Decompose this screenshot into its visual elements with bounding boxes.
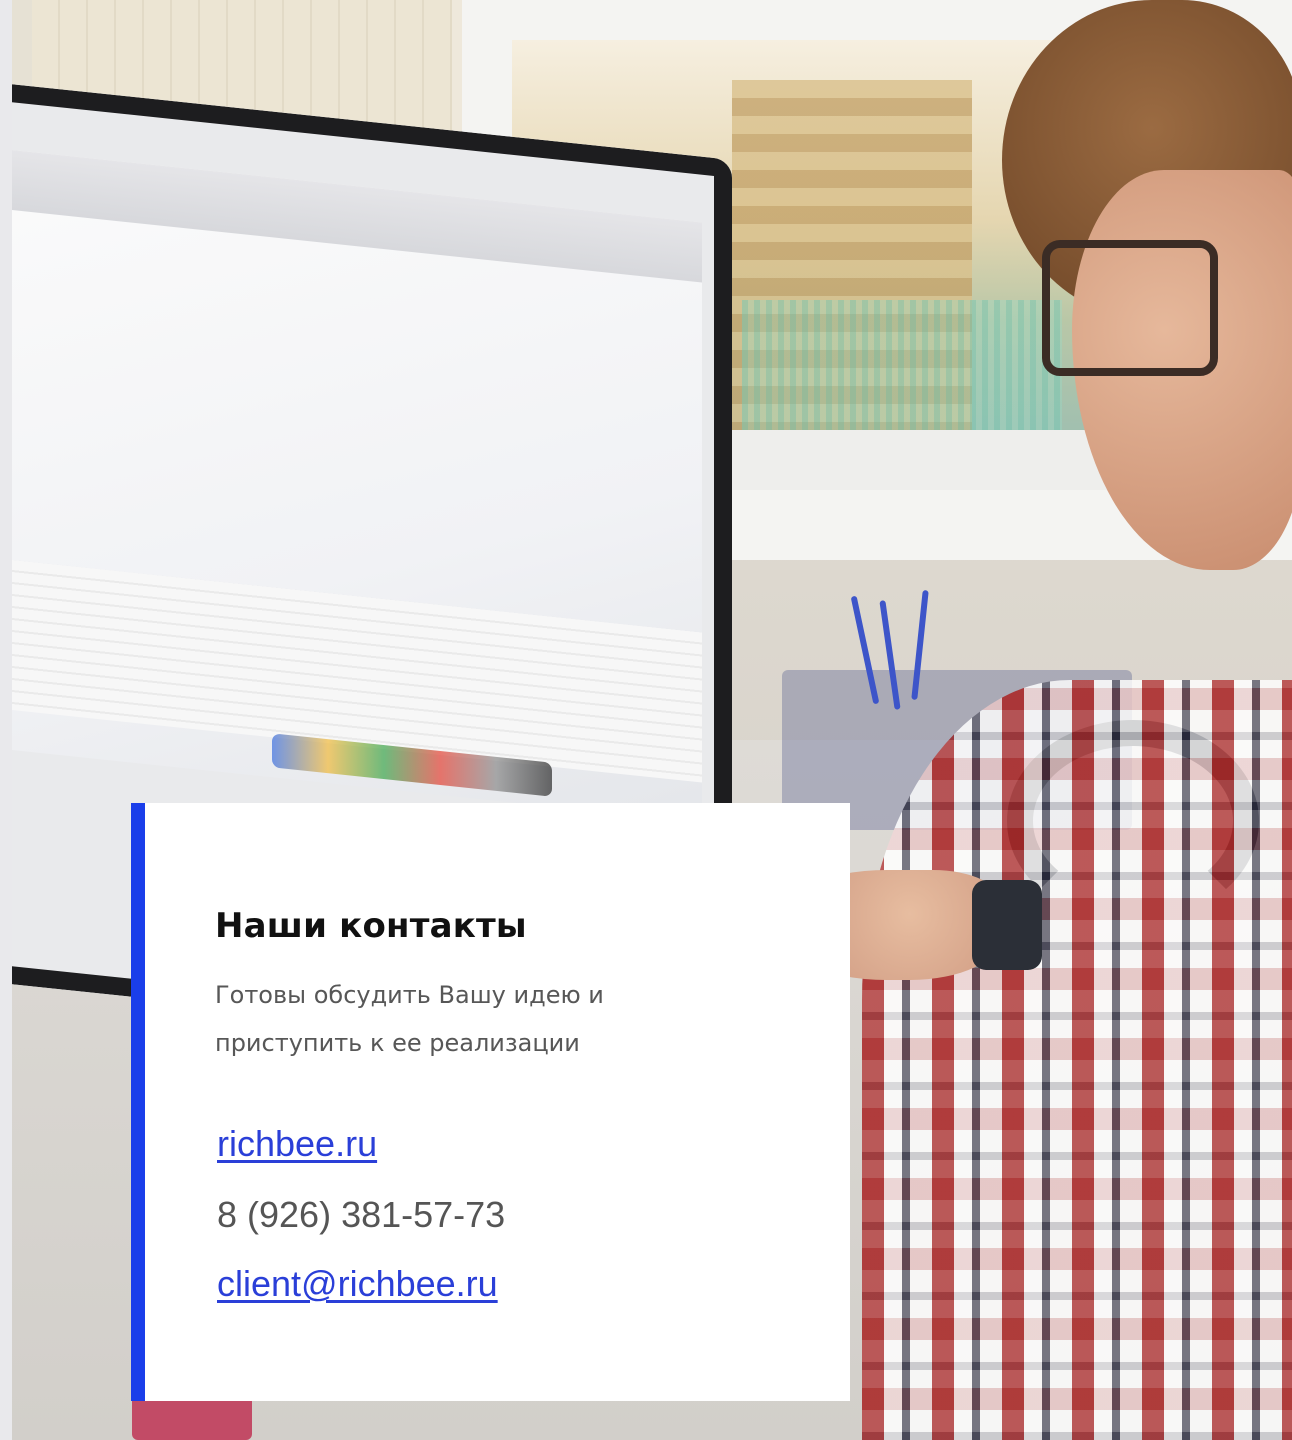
website-link[interactable]: richbee.ru: [217, 1123, 377, 1165]
photo-person-glasses: [1042, 240, 1218, 376]
email-link[interactable]: client@richbee.ru: [217, 1263, 498, 1305]
contacts-subtitle-line2: приступить к ее реализации: [215, 1029, 580, 1057]
photo-person-shirt: [862, 680, 1292, 1440]
page: Наши контакты Готовы обсудить Вашу идею …: [0, 0, 1292, 1440]
phone-number: 8 (926) 381-57-73: [217, 1194, 506, 1235]
photo-monitor-screen: [12, 150, 702, 823]
contacts-subtitle-line1: Готовы обсудить Вашу идею и: [215, 981, 604, 1009]
contacts-card: Наши контакты Готовы обсудить Вашу идею …: [131, 803, 850, 1401]
photo-person: [772, 0, 1292, 1440]
contacts-title: Наши контакты: [215, 906, 527, 946]
photo-person-watch: [972, 880, 1042, 970]
contacts-subtitle: Готовы обсудить Вашу идею и приступить к…: [215, 971, 735, 1067]
left-edge-strip: [0, 0, 12, 1440]
